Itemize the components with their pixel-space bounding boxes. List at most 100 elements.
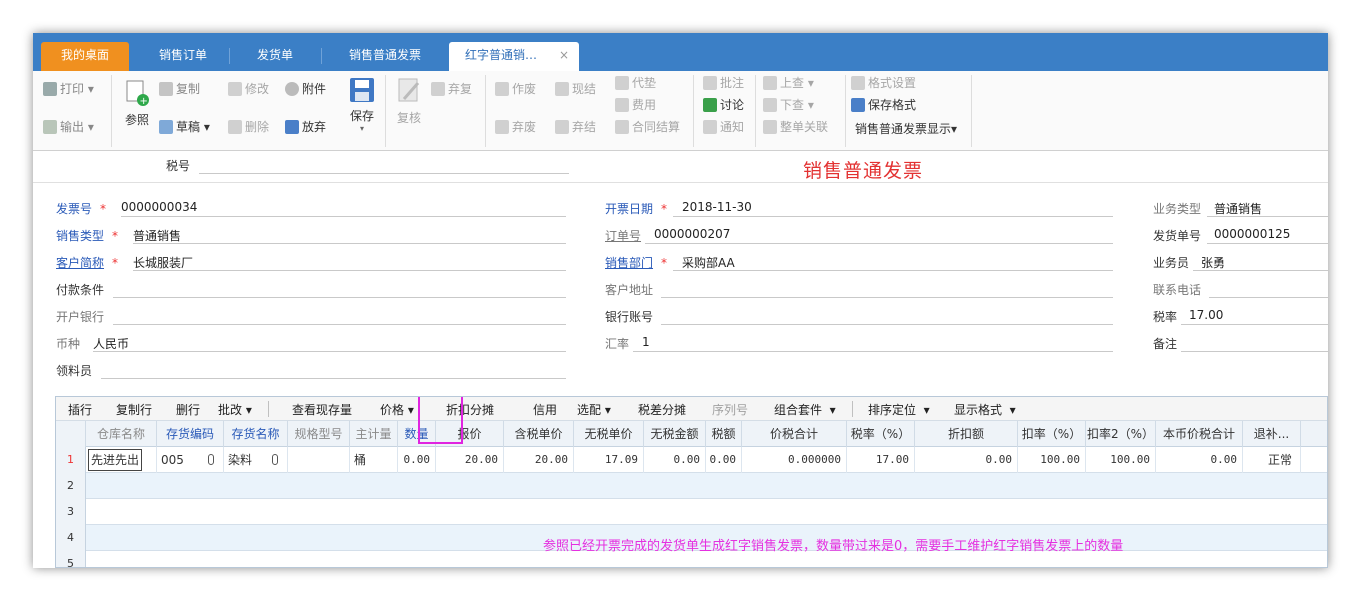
col-item-name[interactable]: 存货名称 — [224, 421, 288, 447]
bank-field[interactable] — [113, 324, 566, 325]
notify-button[interactable]: 通知 — [703, 117, 744, 137]
next-query-button[interactable]: 下查 ▾ — [763, 95, 814, 115]
cell-warehouse[interactable]: 先进先出 — [86, 447, 157, 473]
remark-field[interactable] — [1181, 351, 1328, 352]
tab-red-invoice[interactable]: 红字普通销… × — [449, 42, 579, 71]
paperclip-icon[interactable] — [272, 454, 279, 465]
order-no-value[interactable]: 0000000207 — [654, 227, 730, 241]
discard-settle-button[interactable]: 弃结 — [555, 117, 596, 137]
tab-sales-invoice[interactable]: 销售普通发票 — [325, 42, 445, 71]
void-button[interactable]: 作废 — [495, 79, 536, 99]
dept-value[interactable]: 采购部AA — [682, 254, 735, 271]
sort-dropdown[interactable]: 排序定位 ▾ — [868, 401, 930, 418]
copy-row-button[interactable]: 复制行 — [116, 401, 152, 418]
advance-button[interactable]: 代垫 — [615, 73, 656, 93]
cell-disc-rate[interactable]: 100.00 — [1018, 447, 1086, 473]
tab-sales-order[interactable]: 销售订单 — [139, 42, 227, 71]
cell-net-amount[interactable]: 0.00 — [644, 447, 706, 473]
draft-button[interactable]: 草稿 ▾ — [159, 117, 210, 137]
abandon-button[interactable]: 放弃 — [285, 117, 326, 137]
col-tax-price[interactable]: 含税单价 — [504, 421, 574, 447]
save-format-button[interactable]: 保存格式 — [851, 95, 916, 115]
discuss-button[interactable]: 讨论 — [703, 95, 744, 115]
table-row[interactable]: 3 — [56, 499, 1327, 525]
kit-dropdown[interactable]: 组合套件 ▾ — [774, 401, 836, 418]
approve-note-button[interactable]: 批注 — [703, 73, 744, 93]
cell-tax-price[interactable]: 20.00 — [504, 447, 574, 473]
prev-query-button[interactable]: 上查 ▾ — [763, 73, 814, 93]
expense-button[interactable]: 费用 — [615, 95, 656, 115]
payment-terms-field[interactable] — [113, 297, 566, 298]
salesman-value[interactable]: 张勇 — [1201, 254, 1225, 271]
cell-quote[interactable]: 20.00 — [436, 447, 504, 473]
col-refund[interactable]: 退补... — [1243, 421, 1301, 447]
col-disc-rate[interactable]: 扣率（%） — [1018, 421, 1086, 447]
col-disc-rate2[interactable]: 扣率2（%） — [1086, 421, 1156, 447]
table-row[interactable]: 2 — [56, 473, 1327, 499]
display-format-grid-dropdown[interactable]: 显示格式 ▾ — [954, 401, 1016, 418]
col-discount[interactable]: 折扣额 — [915, 421, 1018, 447]
table-row[interactable]: 1 先进先出 005 染料 桶 0.00 20.00 20.00 17.09 0… — [56, 447, 1327, 473]
cell-discount[interactable]: 0.00 — [915, 447, 1018, 473]
close-icon[interactable]: × — [559, 42, 569, 69]
link-all-button[interactable]: 整单关联 — [763, 117, 828, 137]
view-stock-button[interactable]: 查看现存量 — [292, 401, 352, 418]
cell-item-name[interactable]: 染料 — [224, 447, 288, 473]
invoice-no-value[interactable]: 0000000034 — [121, 200, 197, 214]
reference-button[interactable]: + 参照 — [121, 79, 153, 128]
options-dropdown[interactable]: 选配 ▾ — [577, 401, 611, 418]
credit-button[interactable]: 信用 — [533, 401, 557, 418]
paperclip-icon[interactable] — [207, 454, 214, 465]
copy-button[interactable]: 复制 — [159, 79, 200, 99]
receiver-field[interactable] — [101, 378, 566, 379]
sales-type-value[interactable]: 普通销售 — [133, 227, 181, 244]
dept-label[interactable]: 销售部门 — [605, 256, 653, 270]
cell-tax[interactable]: 0.00 — [706, 447, 742, 473]
delivery-no-value[interactable]: 0000000125 — [1214, 227, 1290, 241]
discard-void-button[interactable]: 弃废 — [495, 117, 536, 137]
display-format-dropdown[interactable]: 销售普通发票显示▾ — [855, 119, 957, 139]
cell-tax-rate[interactable]: 17.00 — [847, 447, 915, 473]
delete-button[interactable]: 删除 — [228, 117, 269, 137]
cell-spec[interactable] — [288, 447, 350, 473]
col-tax-rate[interactable]: 税率（%） — [847, 421, 915, 447]
cell-unit[interactable]: 桶 — [350, 447, 398, 473]
attachment-button[interactable]: 附件 — [285, 79, 326, 99]
discard-review-button[interactable]: 弃复 — [431, 79, 472, 99]
tab-my-desktop[interactable]: 我的桌面 — [41, 42, 129, 71]
cell-total[interactable]: 0.000000 — [742, 447, 847, 473]
tab-delivery[interactable]: 发货单 — [231, 42, 319, 71]
tax-diff-button[interactable]: 税差分摊 — [638, 401, 686, 418]
review-button[interactable]: 复核 — [393, 77, 425, 126]
customer-value[interactable]: 长城服装厂 — [133, 254, 193, 271]
customer-label[interactable]: 客户简称 — [56, 256, 104, 270]
price-dropdown[interactable]: 价格 ▾ — [380, 401, 414, 418]
col-item-code[interactable]: 存货编码 — [157, 421, 224, 447]
phone-field[interactable] — [1209, 297, 1328, 298]
batch-modify-button[interactable]: 批改 ▾ — [218, 401, 252, 418]
col-tax[interactable]: 税额 — [706, 421, 742, 447]
bank-account-field[interactable] — [661, 324, 1113, 325]
cell-disc-rate2[interactable]: 100.00 — [1086, 447, 1156, 473]
cell-net-price[interactable]: 17.09 — [574, 447, 644, 473]
col-spec[interactable]: 规格型号 — [288, 421, 350, 447]
business-type-value[interactable]: 普通销售 — [1214, 200, 1262, 217]
delete-row-button[interactable]: 删行 — [176, 401, 200, 418]
cell-refund[interactable]: 正常 — [1243, 447, 1301, 473]
serial-no-button[interactable]: 序列号 — [712, 401, 748, 418]
format-setting-button[interactable]: 格式设置 — [851, 73, 916, 93]
tax-rate-value[interactable]: 17.00 — [1189, 308, 1223, 322]
modify-button[interactable]: 修改 — [228, 79, 269, 99]
print-button[interactable]: 打印 ▾ — [43, 79, 94, 99]
col-warehouse[interactable]: 仓库名称 — [86, 421, 157, 447]
export-button[interactable]: 输出 ▾ — [43, 117, 94, 137]
save-button[interactable]: 保存 ▾ — [346, 77, 378, 133]
col-net-price[interactable]: 无税单价 — [574, 421, 644, 447]
currency-value[interactable]: 人民币 — [93, 335, 129, 352]
insert-row-button[interactable]: 插行 — [68, 401, 92, 418]
col-unit[interactable]: 主计量 — [350, 421, 398, 447]
cash-settle-button[interactable]: 现结 — [555, 79, 596, 99]
contract-settle-button[interactable]: 合同结算 — [615, 117, 680, 137]
col-net-amount[interactable]: 无税金额 — [644, 421, 706, 447]
col-local-total[interactable]: 本币价税合计 — [1156, 421, 1243, 447]
